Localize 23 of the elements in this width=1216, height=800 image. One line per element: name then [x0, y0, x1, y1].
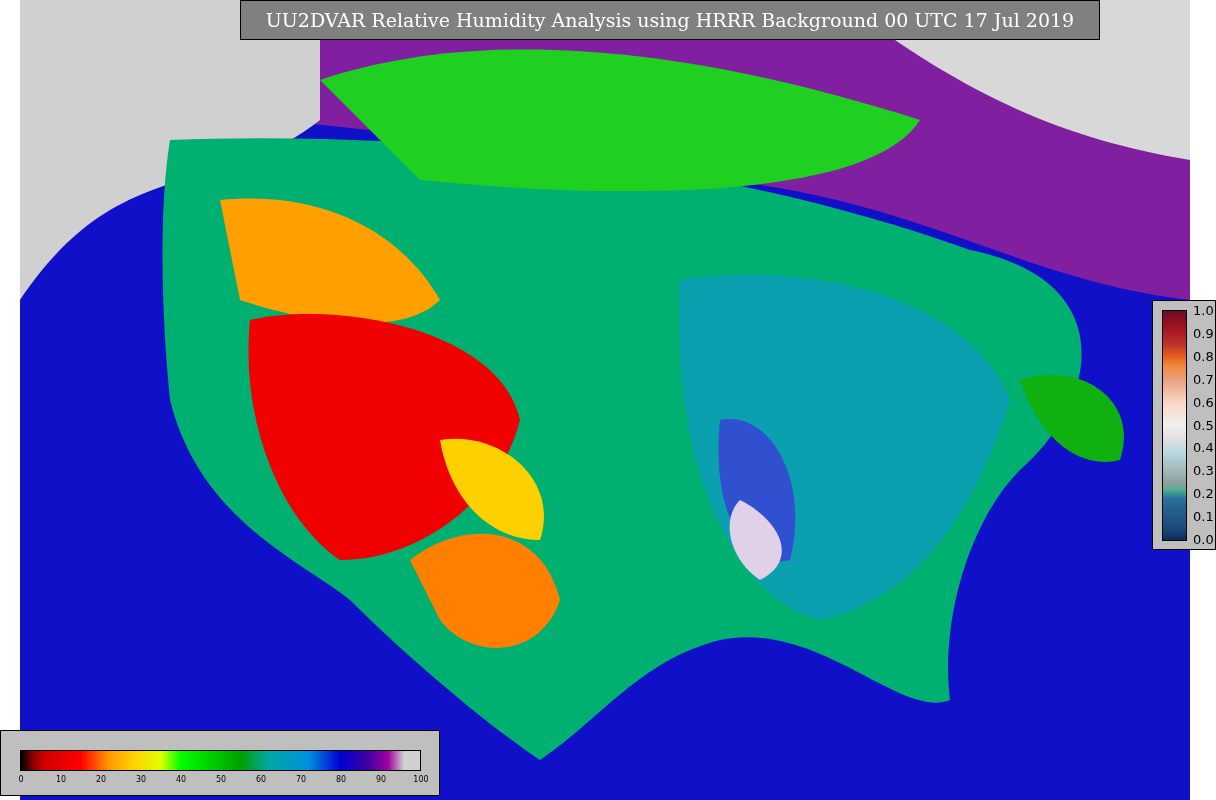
colorbar-tick-label: 0.2 [1193, 487, 1214, 502]
colorbar-tick-label: 1.0 [1193, 304, 1214, 318]
colorbar-tick-label: 0.7 [1193, 372, 1214, 387]
colorbar-tick-label: 0.8 [1193, 349, 1214, 364]
colorbar-tick-label: 80 [335, 775, 347, 785]
colorbar-tick-label: 0.5 [1193, 418, 1214, 433]
colorbar-tick-label: 100 [413, 775, 429, 785]
colorbar-tick-label: 0 [18, 775, 24, 785]
colorbar-tick-label: 0.9 [1193, 326, 1214, 341]
colorbar-tick-label: 0.1 [1193, 510, 1214, 525]
colorbar-tick-label: 30 [135, 775, 147, 785]
colorbar-tick-label: 20 [95, 775, 107, 785]
colorbar-tick-label: 10 [55, 775, 67, 785]
colorbar-tick-label: 50 [215, 775, 227, 785]
colorbar-tick-label: 0.4 [1193, 441, 1214, 456]
colorbar-tick-label: 90 [375, 775, 387, 785]
colorbar-tick-label: 0.6 [1193, 395, 1214, 410]
map-title: UU2DVAR Relative Humidity Analysis using HRRR Background 00 UTC 17 Jul 2019 [240, 0, 1100, 40]
colorbar-tick-label: 70 [295, 775, 307, 785]
colorbar-tick-label: 0.3 [1193, 464, 1214, 479]
colorbar-tick-label: 0.0 [1193, 533, 1214, 547]
colorbar-tick-label: 40 [175, 775, 187, 785]
colorbar-tick-label: 60 [255, 775, 267, 785]
